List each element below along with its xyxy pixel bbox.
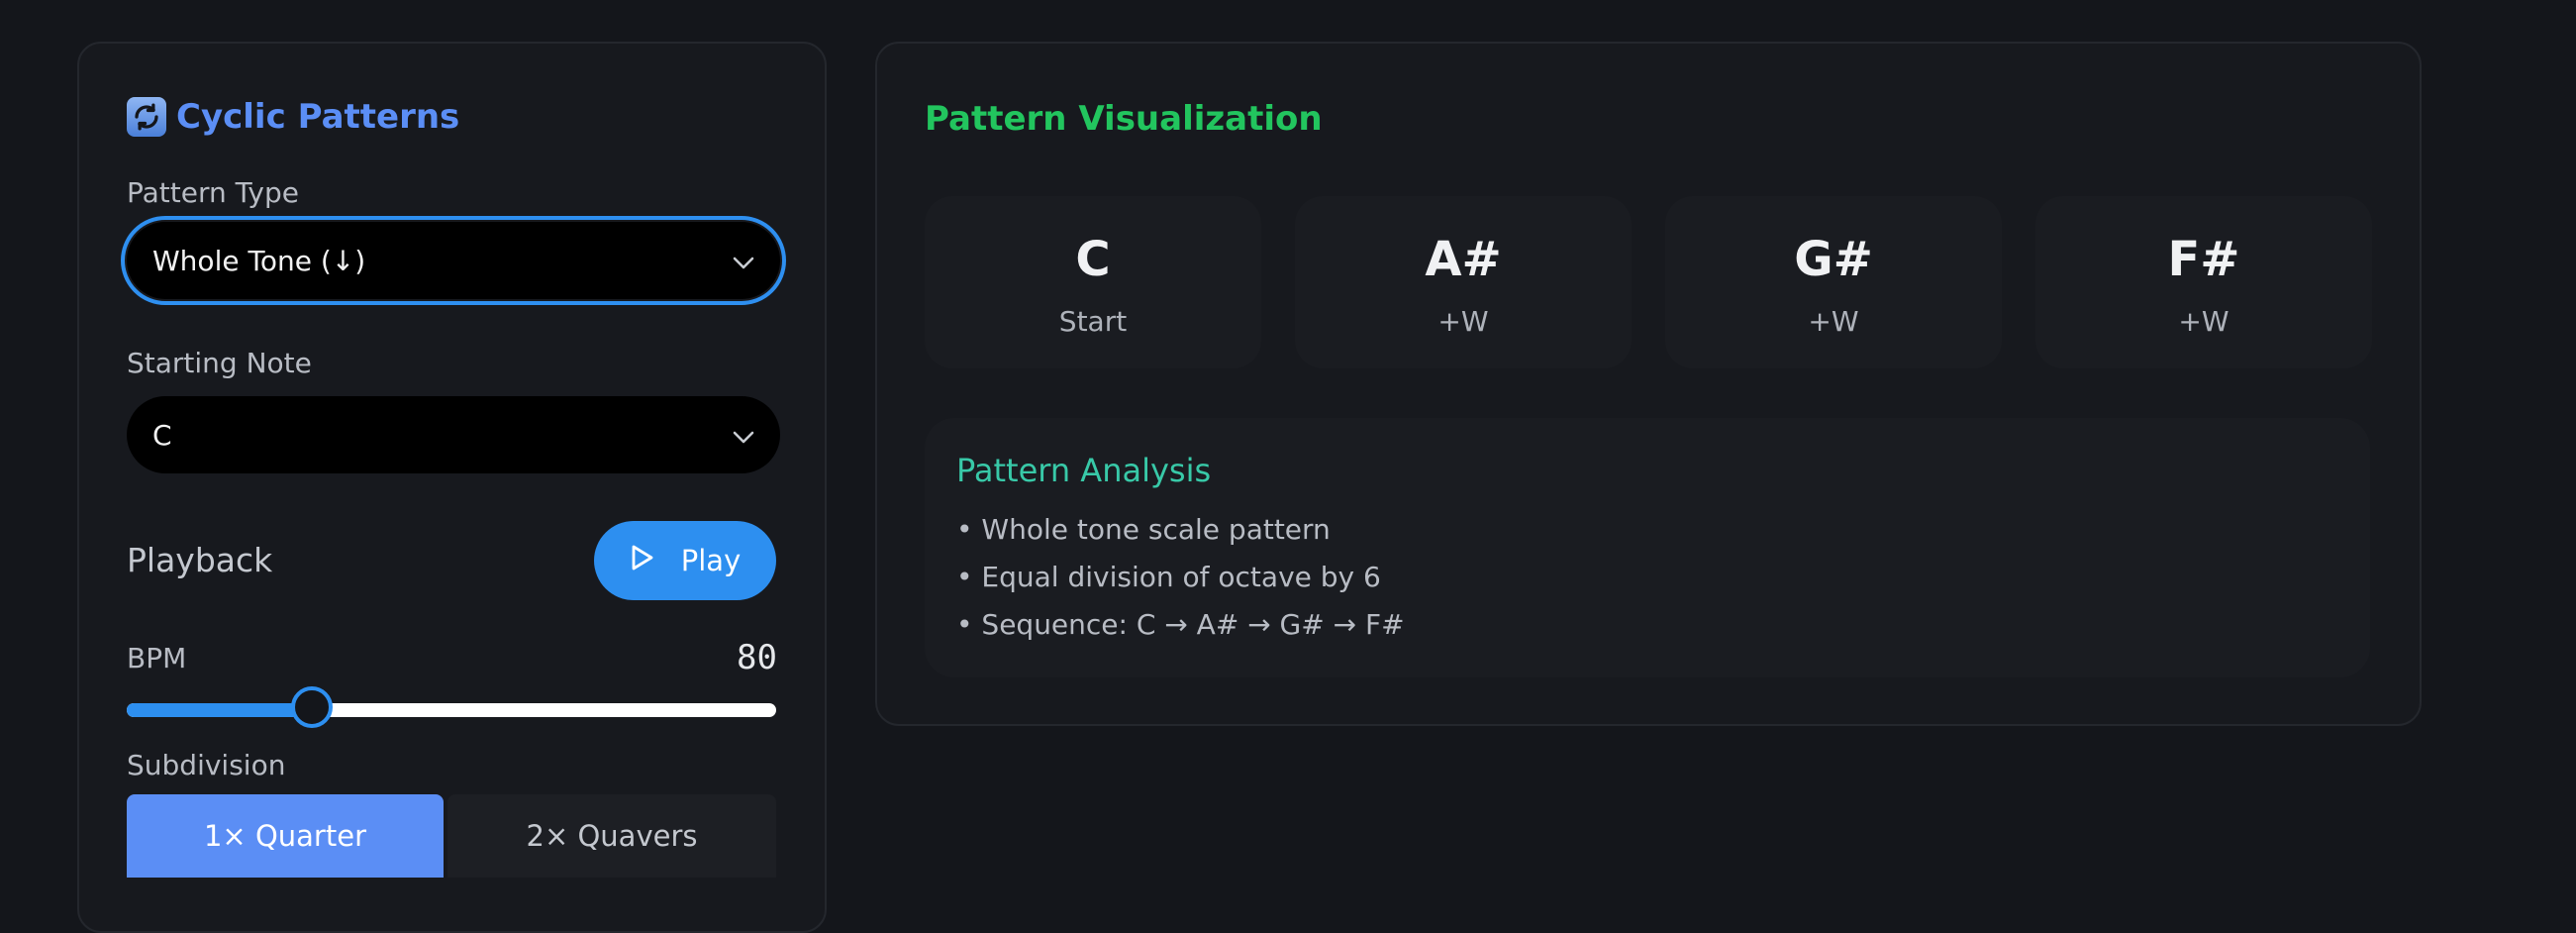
bpm-slider[interactable] bbox=[127, 686, 776, 728]
panel-title-text: Cyclic Patterns bbox=[176, 97, 460, 137]
bpm-value: 80 bbox=[737, 638, 777, 677]
refresh-icon bbox=[127, 97, 166, 137]
play-icon bbox=[630, 544, 655, 578]
note-step: Start bbox=[1058, 305, 1128, 338]
starting-note-label: Starting Note bbox=[127, 347, 312, 379]
analysis-item: • Equal division of octave by 6 bbox=[956, 561, 1381, 593]
play-button[interactable]: Play bbox=[594, 521, 776, 600]
note-card: G# +W bbox=[1665, 196, 2002, 368]
note-step: +W bbox=[1808, 305, 1859, 338]
chevron-down-icon bbox=[733, 419, 754, 452]
pattern-type-select[interactable]: Whole Tone (↓) bbox=[121, 216, 786, 305]
analysis-item: • Whole tone scale pattern bbox=[956, 513, 1331, 546]
note-name: C bbox=[1075, 232, 1111, 287]
pattern-analysis: Pattern Analysis • Whole tone scale patt… bbox=[925, 418, 2370, 677]
panel-title: Cyclic Patterns bbox=[127, 97, 459, 137]
bpm-slider-fill bbox=[127, 703, 312, 717]
playback-label: Playback bbox=[127, 541, 273, 579]
starting-note-value: C bbox=[152, 418, 172, 452]
subdivision-label: Subdivision bbox=[127, 749, 286, 781]
bpm-slider-thumb[interactable] bbox=[290, 686, 333, 728]
pattern-analysis-title: Pattern Analysis bbox=[956, 452, 1212, 489]
play-label: Play bbox=[680, 544, 742, 577]
note-card: C Start bbox=[925, 196, 1261, 368]
pattern-type-value: Whole Tone (↓) bbox=[152, 244, 366, 277]
starting-note-select[interactable]: C bbox=[127, 396, 780, 473]
note-name: F# bbox=[2167, 232, 2240, 287]
note-card: F# +W bbox=[2035, 196, 2372, 368]
visualization-title: Pattern Visualization bbox=[925, 99, 1323, 139]
analysis-item: • Sequence: C → A# → G# → F# bbox=[956, 608, 1405, 641]
controls-panel: Cyclic Patterns Pattern Type Whole Tone … bbox=[77, 42, 827, 933]
note-name: G# bbox=[1794, 232, 1873, 287]
note-step: +W bbox=[1437, 305, 1489, 338]
subdivision-quarter-button[interactable]: 1× Quarter bbox=[127, 794, 444, 878]
subdivision-quavers-button[interactable]: 2× Quavers bbox=[447, 794, 776, 878]
chevron-down-icon bbox=[733, 245, 754, 277]
note-name: A# bbox=[1425, 232, 1502, 287]
note-step: +W bbox=[2178, 305, 2229, 338]
visualization-panel: Pattern Visualization C Start A# +W G# +… bbox=[875, 42, 2422, 726]
note-card: A# +W bbox=[1295, 196, 1632, 368]
pattern-type-label: Pattern Type bbox=[127, 176, 299, 209]
bpm-label: BPM bbox=[127, 642, 187, 674]
